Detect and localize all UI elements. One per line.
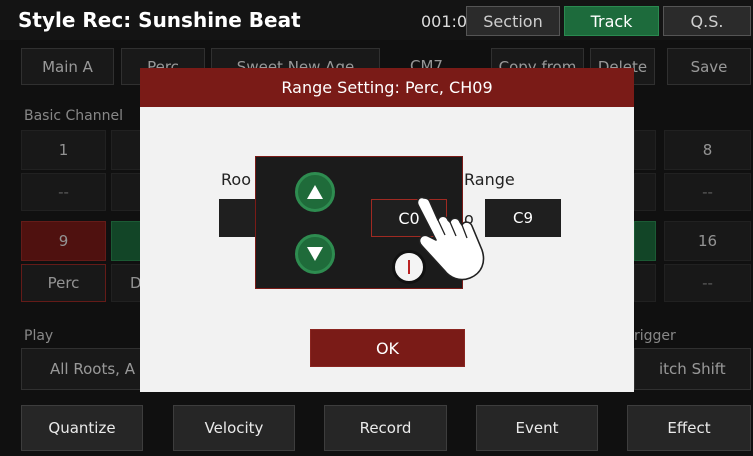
velocity-button[interactable]: Velocity [173, 405, 295, 451]
record-button[interactable]: Record [324, 405, 447, 451]
event-button[interactable]: Event [476, 405, 598, 451]
dialog-title: Range Setting: Perc, CH09 [140, 68, 634, 107]
ok-button[interactable]: OK [310, 329, 465, 367]
root-value-box[interactable] [219, 199, 257, 237]
arrow-down-icon [307, 247, 323, 261]
pointing-hand-icon [416, 196, 485, 281]
tab-section[interactable]: Section [466, 6, 560, 36]
range-high-value[interactable]: C9 [485, 199, 561, 237]
quantize-button[interactable]: Quantize [21, 405, 143, 451]
range-label: Range [464, 170, 515, 189]
app-title: Style Rec: Sunshine Beat [18, 8, 301, 32]
effect-button[interactable]: Effect [627, 405, 751, 451]
decrement-button[interactable] [295, 234, 335, 274]
arrow-up-icon [307, 185, 323, 199]
tab-qs[interactable]: Q.S. [663, 6, 751, 36]
tab-track[interactable]: Track [564, 6, 659, 36]
root-label: Roo [221, 170, 251, 189]
increment-button[interactable] [295, 172, 335, 212]
